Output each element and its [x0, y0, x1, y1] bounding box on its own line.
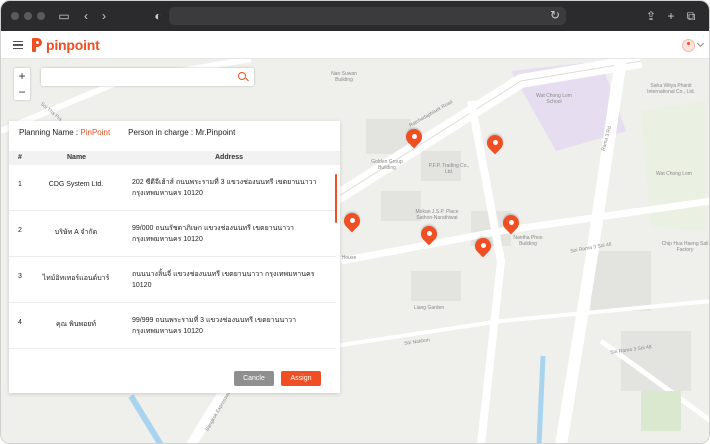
map-label: Nantha Phon Building	[513, 235, 543, 247]
row-number: 2	[18, 227, 22, 234]
location-pin-icon[interactable]	[471, 234, 495, 258]
location-pin-icon[interactable]	[417, 222, 441, 246]
row-name: คุณ พินพอยท์	[55, 321, 97, 328]
row-address: 202 ซีดีจีเฮ้าส์ ถนนพระรามที่ 3 แขวงช่อง…	[132, 179, 317, 197]
row-name: ไทม์อิทเทอร์แอนด์บาร์	[42, 275, 110, 282]
pin-logo-icon	[32, 38, 42, 52]
location-pin-icon[interactable]	[499, 211, 523, 235]
planning-name: Planning Name : PinPoint	[19, 128, 110, 137]
user-avatar[interactable]	[682, 39, 695, 52]
row-address: 99/999 ถนนพระรามที่ 3 แขวงช่องนนทรี เขตย…	[132, 317, 297, 335]
zoom-in-button[interactable]: +	[14, 68, 30, 84]
table-scrollbar[interactable]	[335, 174, 337, 223]
map-label: Saha Witya Phanit International Co., Ltd…	[647, 83, 695, 95]
shield-icon[interactable]: ◐	[151, 9, 165, 23]
zoom-control: + −	[14, 68, 30, 100]
row-number: 3	[18, 273, 22, 280]
reload-icon[interactable]: ↻	[550, 8, 560, 22]
location-pin-icon[interactable]	[483, 131, 507, 155]
row-name: CDG System Ltd.	[48, 181, 104, 188]
forward-icon[interactable]: ›	[97, 9, 111, 23]
column-header-name: Name	[67, 154, 87, 161]
share-icon[interactable]: ⇪	[644, 9, 658, 23]
row-number: 4	[18, 319, 22, 326]
map-label: Chip Hua Haeng Sali Factory	[661, 241, 709, 253]
map-label: Wat Chong Lom	[656, 171, 692, 177]
location-pin-icon[interactable]	[402, 125, 426, 149]
panel-header: Planning Name : PinPoint Person in charg…	[19, 128, 235, 137]
row-number: 1	[18, 181, 22, 188]
chevron-down-icon[interactable]	[696, 39, 705, 48]
app-header: pinpoint	[1, 31, 709, 59]
window-minimize-dot[interactable]	[24, 12, 32, 20]
search-icon[interactable]	[238, 72, 246, 80]
new-tab-icon[interactable]: +	[664, 9, 678, 23]
table-row[interactable]: 2 บริษัท A จำกัด 99/000 ถนนรัชดาภิเษก แข…	[9, 211, 336, 257]
map-label: Mokan J.S.P. Place Sathon-Narathiwat	[415, 209, 459, 221]
row-address: ถนนนางลิ้นจี่ แขวงช่องนนทรี เขตยานนาวา ก…	[132, 271, 315, 289]
planning-panel: Planning Name : PinPoint Person in charg…	[9, 121, 340, 393]
planning-label: Planning Name :	[19, 128, 81, 137]
planning-value: PinPoint	[80, 128, 111, 137]
window-maximize-dot[interactable]	[37, 12, 45, 20]
table-header: # Name Address	[9, 151, 340, 165]
sidebar-toggle-icon[interactable]: ▭	[57, 9, 71, 23]
map-label: P.F.P. Trading Co., Ltd.	[428, 163, 470, 175]
map-label: Golden Group Building	[371, 159, 403, 171]
assign-button[interactable]: Assign	[281, 371, 321, 386]
table-row[interactable]: 4 คุณ พินพอยท์ 99/999 ถนนพระรามที่ 3 แขว…	[9, 303, 336, 349]
window-close-dot[interactable]	[11, 12, 19, 20]
map-label: Liang Garden	[413, 305, 445, 311]
map-label: Wat Chong Lom School	[536, 93, 572, 105]
tab-overview-icon[interactable]: ⧉	[684, 9, 698, 23]
search-input[interactable]	[47, 71, 227, 83]
map-search-box	[41, 68, 254, 86]
map-label: Nan Suwan Building	[331, 71, 357, 83]
pinpoint-logo[interactable]: pinpoint	[32, 37, 100, 53]
address-bar[interactable]: ↻	[169, 7, 566, 25]
person-in-charge: Person in charge : Mr.Pinpoint	[128, 128, 236, 137]
location-pin-icon[interactable]	[340, 209, 364, 233]
map-label: House	[341, 255, 357, 261]
column-header-number: #	[18, 154, 22, 161]
cancel-button[interactable]: Cancle	[234, 371, 274, 386]
table-row[interactable]: 3 ไทม์อิทเทอร์แอนด์บาร์ ถนนนางลิ้นจี่ แข…	[9, 257, 336, 303]
brand-name: pinpoint	[46, 37, 100, 53]
browser-toolbar: ▭ ‹ › ◐ ↻ ⇪ + ⧉	[1, 1, 709, 31]
browser-window: ▭ ‹ › ◐ ↻ ⇪ + ⧉ pinpoint Nan Suwan Build…	[0, 0, 710, 444]
row-address: 99/000 ถนนรัชดาภิเษก แขวงช่องนนทรี เขตยา…	[132, 225, 294, 243]
column-header-address: Address	[215, 154, 244, 161]
back-icon[interactable]: ‹	[79, 9, 93, 23]
row-name: บริษัท A จำกัด	[54, 229, 98, 236]
table-body[interactable]: 1 CDG System Ltd. 202 ซีดีจีเฮ้าส์ ถนนพร…	[9, 165, 340, 351]
zoom-out-button[interactable]: −	[14, 84, 30, 100]
table-row[interactable]: 1 CDG System Ltd. 202 ซีดีจีเฮ้าส์ ถนนพร…	[9, 165, 336, 211]
menu-icon[interactable]	[13, 41, 23, 50]
